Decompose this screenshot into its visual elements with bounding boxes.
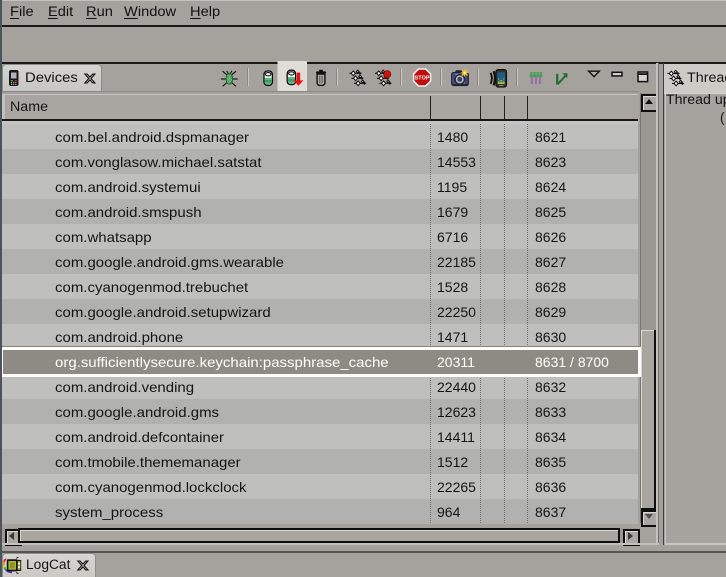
svg-text:STOP: STOP	[415, 76, 430, 82]
